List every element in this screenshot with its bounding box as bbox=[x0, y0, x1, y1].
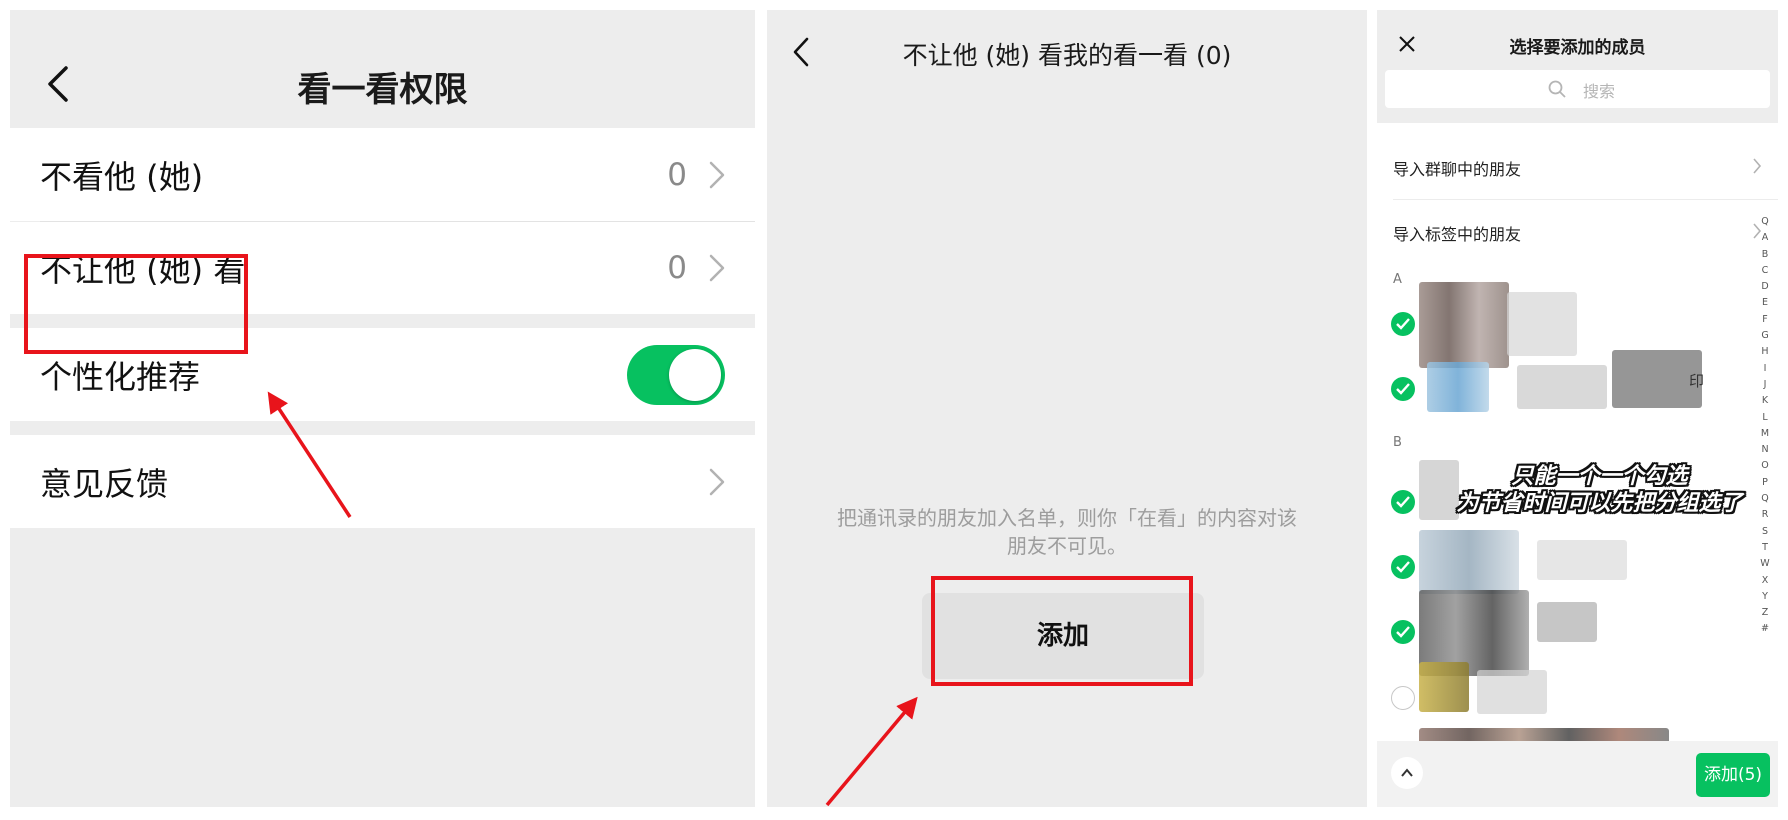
annotation-arrows bbox=[267, 391, 918, 807]
arrow-to-dont-let-them-see bbox=[267, 391, 352, 518]
arrow-to-add-button bbox=[825, 696, 918, 807]
